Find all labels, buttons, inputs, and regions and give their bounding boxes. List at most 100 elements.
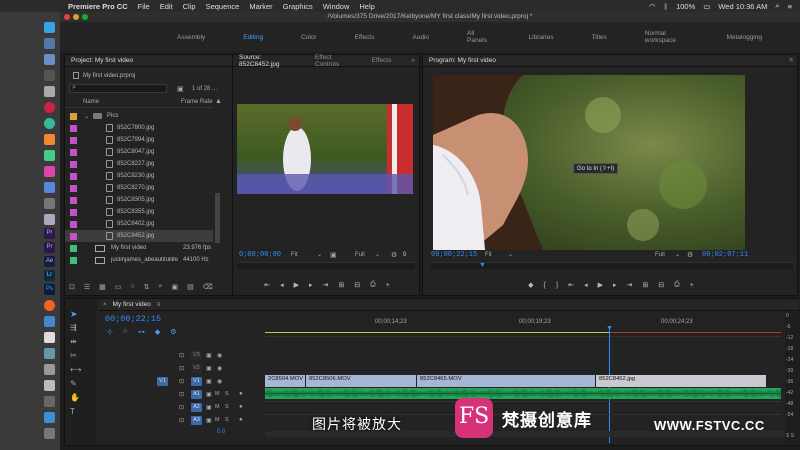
trash-icon[interactable] — [44, 428, 55, 439]
lock-icon[interactable]: ⊡ — [179, 417, 184, 424]
app-icon[interactable] — [44, 54, 55, 65]
track-label-v2[interactable]: V2 — [191, 363, 202, 373]
folder-row[interactable]: ⌄ Pics — [65, 110, 213, 122]
lift-icon[interactable]: ⊞ — [642, 281, 648, 289]
video-clip[interactable]: 852C8465.MOV — [417, 375, 595, 387]
sync-lock-icon[interactable]: ▣ — [206, 378, 212, 385]
play-icon[interactable]: ▶ — [598, 281, 603, 289]
mute-button[interactable]: M — [215, 417, 220, 423]
menu-file[interactable]: File — [138, 2, 150, 11]
solo-button[interactable]: S — [225, 417, 229, 423]
snap-icon[interactable]: ∩ — [123, 328, 128, 336]
lock-icon[interactable]: ⊡ — [179, 391, 184, 398]
app-icon[interactable] — [44, 134, 55, 145]
finder-icon[interactable] — [44, 22, 55, 33]
mark-in-icon[interactable]: { — [544, 282, 546, 289]
workspace-tab-normal[interactable]: Normal workspace — [645, 30, 689, 44]
label-swatch[interactable] — [70, 184, 77, 192]
project-item-row[interactable]: 852C8270.jpg — [65, 182, 213, 194]
nest-icon[interactable]: ⊹ — [107, 328, 113, 336]
app-icon[interactable] — [44, 86, 55, 97]
battery-icon[interactable]: ▭ — [703, 2, 710, 11]
source-fit-select[interactable]: Fit — [291, 252, 298, 258]
step-back-icon[interactable]: ◂ — [280, 281, 284, 289]
find-icon[interactable]: ⌕ — [159, 283, 163, 293]
app-icon[interactable] — [44, 300, 55, 311]
bluetooth-icon[interactable]: ᛒ — [664, 2, 669, 11]
menu-graphics[interactable]: Graphics — [283, 2, 313, 11]
project-item-row[interactable]: 852C8355.jpg — [65, 206, 213, 218]
app-icon[interactable] — [44, 198, 55, 209]
app-icon[interactable] — [44, 118, 55, 129]
label-swatch[interactable] — [70, 208, 77, 216]
project-scrollbar[interactable] — [215, 193, 220, 243]
mic-icon[interactable]: ● — [239, 391, 243, 397]
camera-icon[interactable]: ⎙ — [674, 281, 680, 289]
still-clip[interactable]: 852C8452.jpg — [596, 375, 766, 387]
label-swatch[interactable] — [70, 256, 77, 264]
premiere-icon[interactable]: Pr — [44, 228, 55, 239]
app-icon[interactable] — [44, 396, 55, 407]
disclosure-icon[interactable]: ⌄ — [84, 113, 89, 120]
launchpad-icon[interactable] — [44, 38, 55, 49]
label-swatch[interactable] — [70, 244, 77, 252]
label-swatch[interactable] — [70, 124, 77, 132]
time-ruler[interactable]: 00;00;14;23 00;00;19;23 00;00;24;23 — [265, 311, 781, 337]
mic-icon[interactable]: ● — [239, 404, 243, 410]
col-framerate[interactable]: Frame Rate — [181, 99, 213, 105]
wrench-icon[interactable]: ⚙ — [687, 251, 693, 259]
menu-list-icon[interactable]: ≡ — [788, 2, 792, 11]
menu-marker[interactable]: Marker — [249, 2, 272, 11]
eye-icon[interactable]: ◉ — [217, 378, 222, 385]
sync-lock-icon[interactable]: ▣ — [206, 391, 212, 398]
tab-source[interactable]: Source: 852C8452.jpg — [239, 54, 295, 68]
master-mix-value[interactable]: 0.0 — [217, 429, 225, 435]
label-swatch[interactable] — [70, 232, 77, 240]
tab-program[interactable]: Program: My first video — [429, 57, 496, 64]
app-icon[interactable] — [44, 364, 55, 375]
track-label-a2[interactable]: A2 — [191, 402, 202, 412]
program-quality-dropdown-icon[interactable]: ⌄ — [675, 251, 680, 258]
workspace-tab-effects[interactable]: Effects — [355, 34, 375, 41]
program-fit-select[interactable]: Fit — [485, 252, 492, 258]
app-icon[interactable] — [44, 316, 55, 327]
menu-clip[interactable]: Clip — [183, 2, 196, 11]
mic-icon[interactable]: ● — [239, 417, 243, 423]
tab-sequence[interactable]: My first video — [113, 301, 151, 308]
source-patch-v1[interactable]: V1 — [157, 376, 168, 386]
workspace-tab-metalogging[interactable]: Metalogging — [727, 34, 762, 41]
project-item-row[interactable]: 852C7994.jpg — [65, 134, 213, 146]
workspace-tab-editing[interactable]: Editing — [243, 34, 263, 41]
overwrite-icon[interactable]: ⊟ — [354, 281, 360, 289]
lock-icon[interactable]: ⊡ — [179, 352, 184, 359]
sync-lock-icon[interactable]: ▣ — [206, 404, 212, 411]
video-clip[interactable]: 2C8504.MOV — [265, 375, 305, 387]
mark-out-icon[interactable]: } — [556, 282, 558, 289]
project-item-row[interactable]: 852C8230.jpg — [65, 170, 213, 182]
go-to-in-icon[interactable]: ⇤ — [568, 281, 574, 289]
solo-button[interactable]: S — [225, 391, 229, 397]
wrench-icon[interactable]: ⚙ — [391, 251, 397, 259]
solo-button[interactable]: S — [225, 404, 229, 410]
search-icon[interactable]: ⌕ — [775, 1, 779, 11]
workspace-tab-all-panels[interactable]: All Panels — [467, 30, 491, 44]
tab-project[interactable]: Project: My first video — [71, 57, 133, 64]
mark-out-icon[interactable]: ⇥ — [322, 281, 328, 289]
label-swatch[interactable] — [70, 220, 77, 228]
settings-icon[interactable]: ▣ — [330, 251, 337, 259]
app-menu[interactable]: Premiere Pro CC — [68, 2, 128, 11]
source-quality-dropdown-icon[interactable]: ⌄ — [375, 251, 380, 258]
new-item-icon[interactable]: ▤ — [187, 283, 194, 293]
app-icon[interactable] — [44, 348, 55, 359]
source-quality-select[interactable]: Full — [355, 252, 365, 258]
panel-menu-icon[interactable]: ≡ — [157, 302, 161, 308]
sync-lock-icon[interactable]: ▣ — [206, 352, 212, 359]
timeline-timecode[interactable]: 00;00;22;15 — [105, 314, 161, 324]
project-item-row[interactable]: 852C8305.jpg — [65, 194, 213, 206]
track-label-v1[interactable]: V1 — [191, 376, 202, 386]
sync-lock-icon[interactable]: ▣ — [206, 417, 212, 424]
menu-window[interactable]: Window — [323, 2, 350, 11]
mute-button[interactable]: M — [215, 391, 220, 397]
menu-edit[interactable]: Edit — [160, 2, 173, 11]
workspace-tab-assembly[interactable]: Assembly — [177, 34, 205, 41]
